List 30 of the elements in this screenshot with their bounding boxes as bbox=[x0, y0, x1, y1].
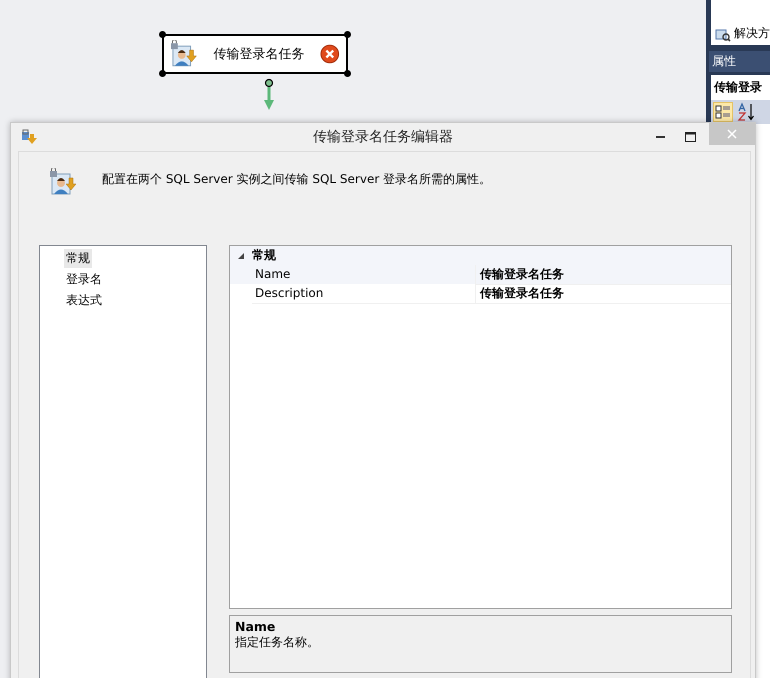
dialog-description: 配置在两个 SQL Server 实例之间传输 SQL Server 登录名所需的属性。 bbox=[102, 171, 492, 188]
categorized-icon[interactable] bbox=[713, 102, 733, 122]
property-value[interactable]: 传输登录名任务 bbox=[475, 264, 731, 284]
category-label: 常规 bbox=[252, 247, 276, 264]
connector-arrow[interactable] bbox=[263, 78, 275, 112]
selection-handle[interactable] bbox=[159, 31, 166, 38]
properties-title: 属性 bbox=[709, 51, 770, 72]
object-name: 传输登录 bbox=[712, 79, 763, 96]
property-name[interactable]: Description bbox=[252, 284, 475, 304]
selection-handle[interactable] bbox=[344, 31, 351, 38]
selection-handle[interactable] bbox=[344, 70, 351, 77]
sort-alphabetical-icon[interactable] bbox=[736, 102, 756, 122]
task-icon bbox=[21, 129, 39, 145]
page-list-item[interactable]: 表达式 bbox=[64, 291, 104, 310]
task-label: 传输登录名任务 bbox=[213, 46, 304, 63]
selection-handle[interactable] bbox=[159, 70, 166, 77]
page-list-item[interactable]: 常规 bbox=[64, 249, 92, 268]
page-list-item[interactable]: 登录名 bbox=[64, 270, 104, 289]
help-title: Name bbox=[235, 619, 276, 634]
task-node[interactable]: 传输登录名任务 bbox=[162, 34, 348, 74]
user-lock-icon bbox=[49, 168, 77, 196]
collapse-triangle-icon[interactable] bbox=[237, 252, 245, 260]
dialog-title: 传输登录名任务编辑器 bbox=[313, 128, 453, 146]
help-text: 指定任务名称。 bbox=[235, 634, 319, 651]
property-value[interactable]: 传输登录名任务 bbox=[475, 284, 731, 304]
solution-explorer-icon bbox=[715, 28, 731, 42]
minimize-icon bbox=[656, 136, 664, 138]
user-lock-icon bbox=[170, 40, 198, 68]
maximize-icon bbox=[684, 132, 696, 142]
close-icon bbox=[727, 129, 737, 139]
